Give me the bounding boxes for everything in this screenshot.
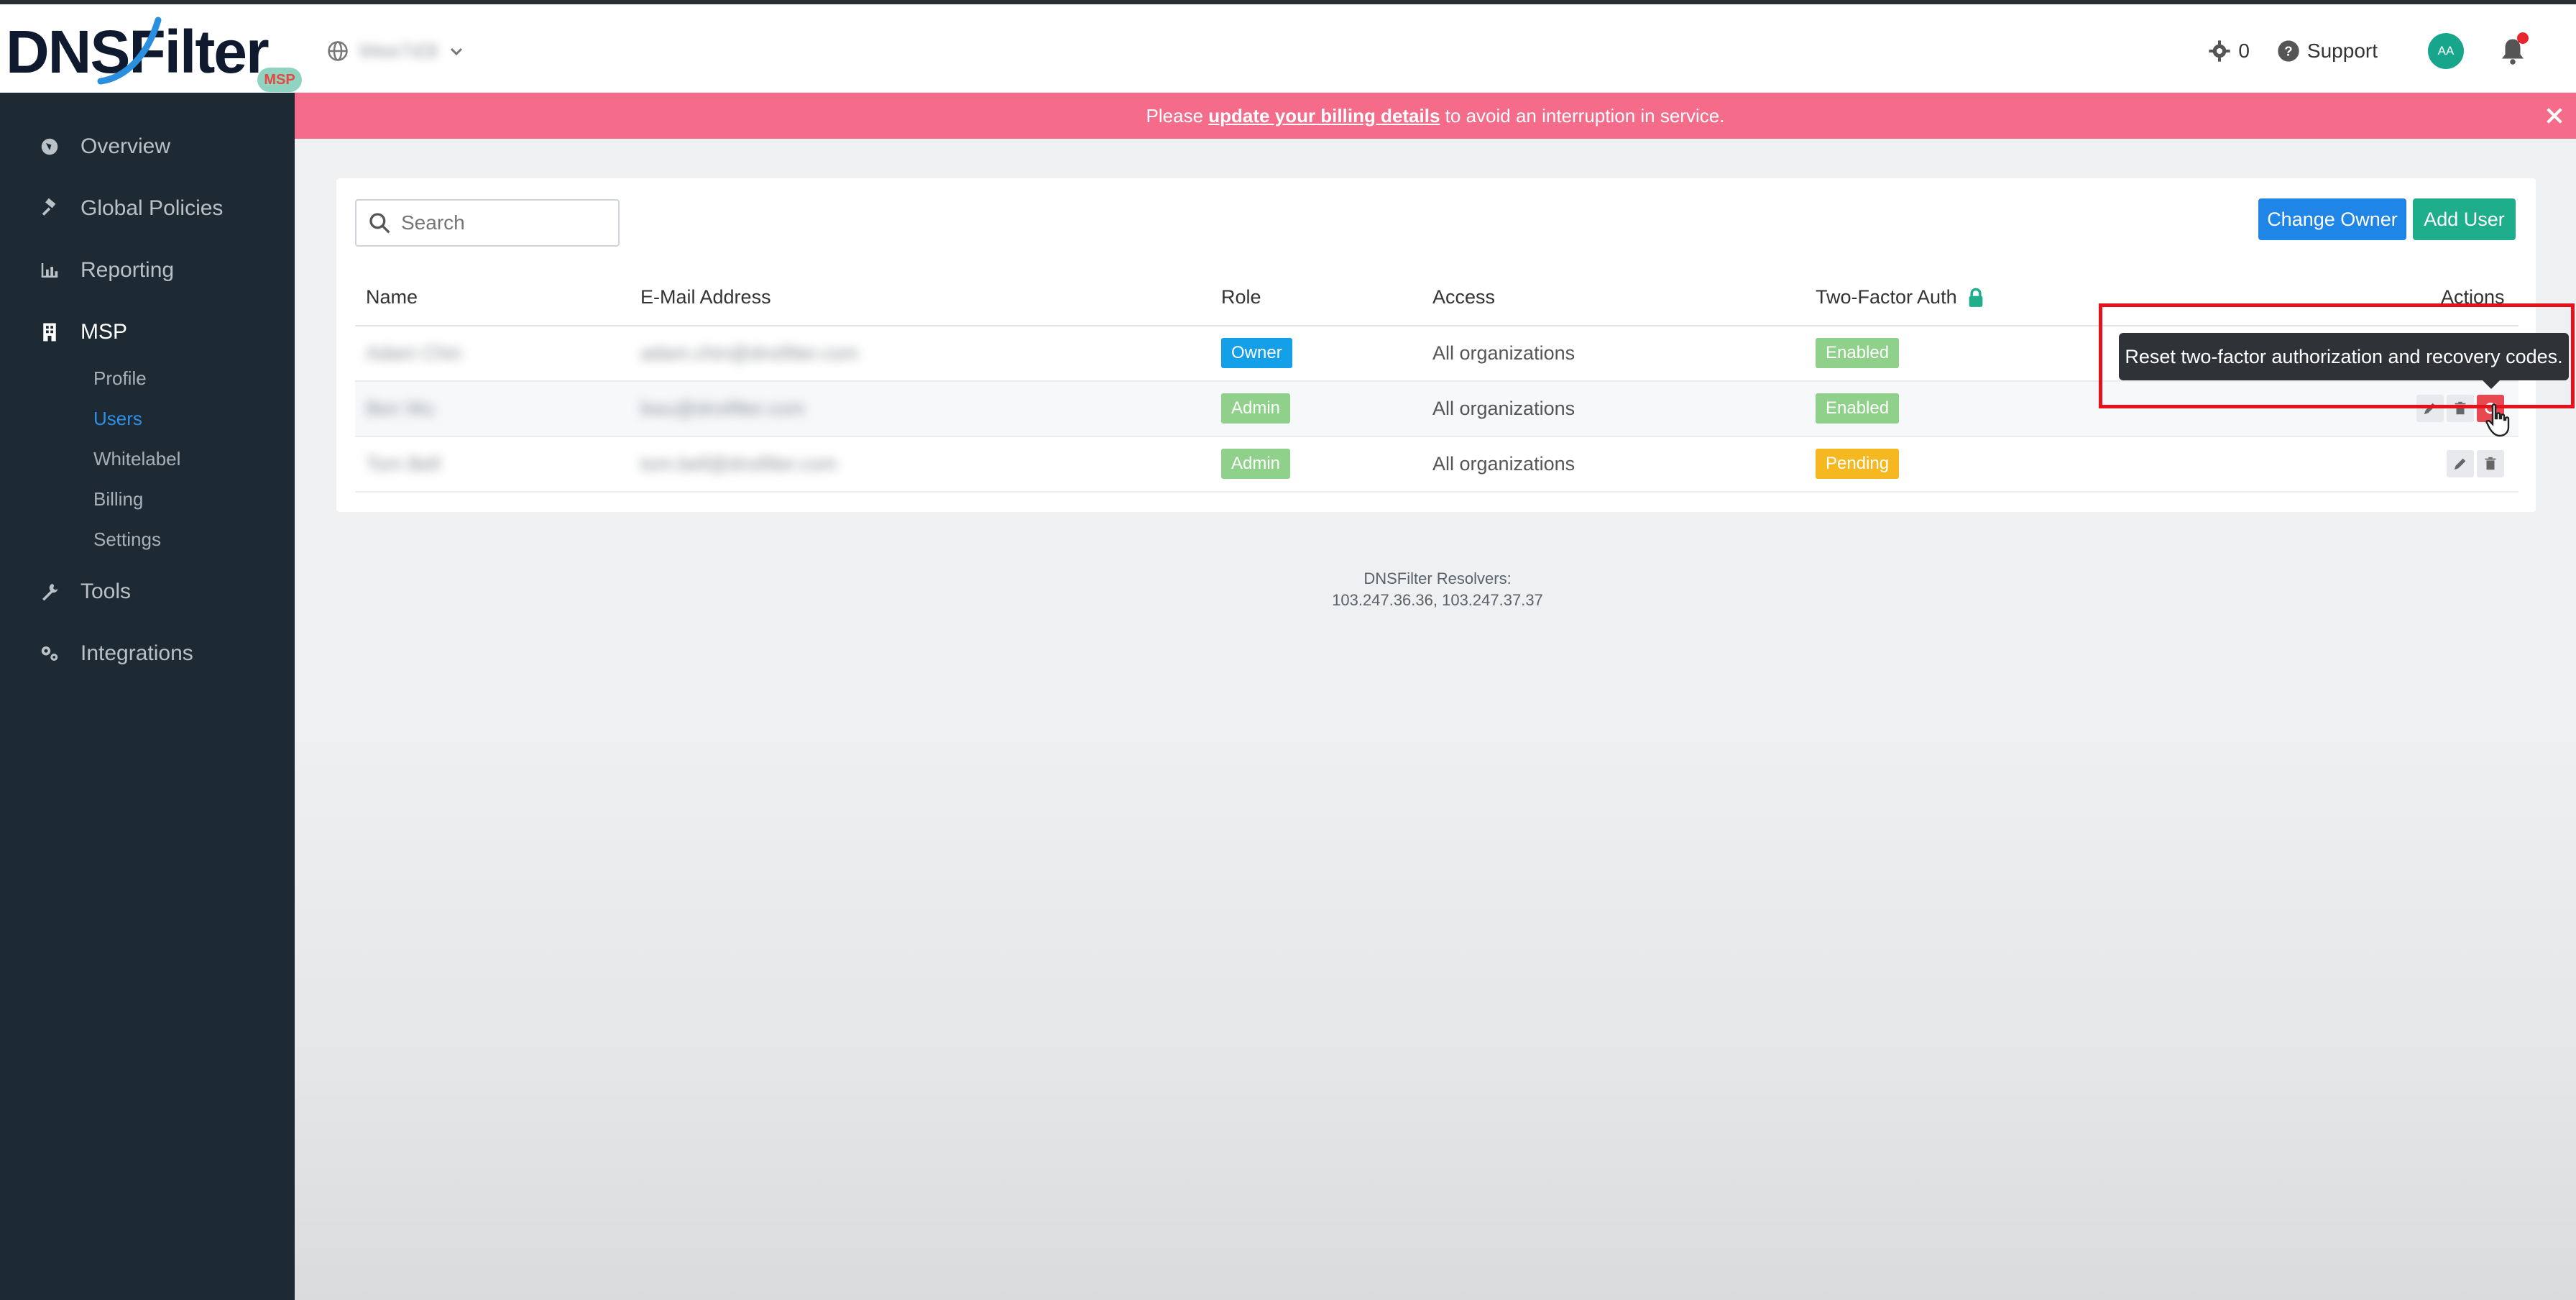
support-link[interactable]: ? Support <box>2277 40 2378 63</box>
settings-counter[interactable]: 0 <box>2208 40 2250 63</box>
sidebar-subitem-users[interactable]: Users <box>93 408 142 430</box>
user-email: tom.bell@dnsfilter.com <box>640 453 837 475</box>
column-header-two-factor[interactable]: Two-Factor Auth <box>1816 286 1984 308</box>
user-avatar[interactable]: AA <box>2428 33 2464 69</box>
sidebar-subitem-whitelabel[interactable]: Whitelabel <box>93 448 180 470</box>
support-label: Support <box>2306 40 2378 62</box>
user-email: bwu@dnsfilter.com <box>640 398 805 419</box>
sidebar-item-reporting[interactable]: Reporting <box>0 245 295 296</box>
settings-count: 0 <box>2238 40 2250 62</box>
help-icon: ? <box>2278 40 2299 62</box>
pencil-icon <box>2454 458 2466 470</box>
search-input[interactable] <box>401 211 610 234</box>
gavel-icon <box>42 198 56 216</box>
search-icon <box>369 213 390 234</box>
lock-icon <box>1969 288 1982 307</box>
sidebar-item-label: Reporting <box>80 258 175 282</box>
access-value: All organizations <box>1432 398 1576 419</box>
sidebar-item-integrations[interactable]: Integrations <box>0 628 295 679</box>
trash-icon <box>2485 457 2496 470</box>
user-name: Tom Bell <box>366 453 441 475</box>
sidebar-item-label: MSP <box>80 320 128 344</box>
notifications-button[interactable] <box>2500 32 2529 65</box>
update-billing-link[interactable]: update your billing details <box>1208 105 1440 127</box>
sidebar-item-label: Integrations <box>80 641 193 665</box>
organization-selector[interactable]: Wee7d3l <box>327 36 465 66</box>
top-header: DNSFilter MSP Wee7d3l 0 ? Support AA <box>0 4 2576 93</box>
user-email: adam.chin@dnsfilter.com <box>640 342 859 364</box>
column-header-access[interactable]: Access <box>1432 286 1495 308</box>
gears-icon <box>41 646 58 661</box>
table-row: Tom Bell tom.bell@dnsfilter.com Admin Al… <box>355 437 2518 493</box>
sidebar-subitem-billing[interactable]: Billing <box>93 488 143 511</box>
wrench-icon <box>42 583 58 601</box>
banner-prefix: Please <box>1146 105 1209 127</box>
column-header-role[interactable]: Role <box>1221 286 1261 308</box>
sidebar-subitem-profile[interactable]: Profile <box>93 367 147 390</box>
column-header-email[interactable]: E-Mail Address <box>640 286 771 308</box>
sidebar-item-tools[interactable]: Tools <box>0 567 295 617</box>
two-factor-status-badge: Enabled <box>1816 393 1900 424</box>
two-factor-status-badge: Pending <box>1816 449 1900 479</box>
resolvers-addresses: 103.247.36.36, 103.247.37.37 <box>1332 591 1543 609</box>
access-value: All organizations <box>1432 342 1576 364</box>
logo-swoosh-icon <box>97 17 162 85</box>
resolvers-footer: DNSFilter Resolvers: 103.247.36.36, 103.… <box>1222 568 1653 611</box>
two-factor-status-badge: Enabled <box>1816 338 1900 368</box>
sidebar-item-global-policies[interactable]: Global Policies <box>0 183 295 234</box>
user-name: Adam Chin <box>366 342 462 364</box>
delete-user-button[interactable] <box>2477 450 2504 477</box>
role-badge: Admin <box>1221 449 1291 479</box>
resolvers-label: DNSFilter Resolvers: <box>1363 569 1512 587</box>
hand-cursor-icon <box>2485 403 2510 437</box>
banner-suffix: to avoid an interruption in service. <box>1440 105 1725 127</box>
sidebar: Overview Global Policies Reporting MSP P… <box>0 93 295 1300</box>
column-header-name[interactable]: Name <box>366 286 418 308</box>
sidebar-item-label: Global Policies <box>80 196 224 220</box>
search-box[interactable] <box>355 199 620 247</box>
add-user-button[interactable]: Add User <box>2413 198 2516 240</box>
chevron-down-icon <box>450 47 463 56</box>
dnsfilter-logo[interactable]: DNSFilter MSP <box>6 12 302 92</box>
sidebar-item-label: Overview <box>80 134 171 158</box>
sidebar-item-msp[interactable]: MSP <box>0 307 295 357</box>
sidebar-item-label: Tools <box>80 580 132 603</box>
edit-user-button[interactable] <box>2447 450 2474 477</box>
change-owner-button[interactable]: Change Owner <box>2258 198 2406 240</box>
building-icon <box>43 323 56 342</box>
role-badge: Owner <box>1221 338 1292 368</box>
role-badge: Admin <box>1221 393 1291 424</box>
globe-icon <box>328 41 348 61</box>
billing-banner: Please update your billing details to av… <box>295 93 2576 139</box>
globe-icon <box>41 138 58 155</box>
close-icon[interactable] <box>2543 104 2566 127</box>
row-actions <box>2447 450 2504 477</box>
header-actions: 0 ? Support AA <box>2181 29 2529 73</box>
organization-name: Wee7d3l <box>359 40 438 62</box>
user-name: Ben Wu <box>366 398 435 419</box>
gear-icon <box>2209 40 2231 62</box>
two-factor-header-label: Two-Factor Auth <box>1816 286 1957 308</box>
notification-dot <box>2517 32 2529 44</box>
tooltip-arrow <box>2483 380 2500 389</box>
sidebar-subitem-settings[interactable]: Settings <box>93 528 161 551</box>
msp-badge: MSP <box>257 68 302 92</box>
svg-text:?: ? <box>2284 44 2292 59</box>
reset-two-factor-tooltip: Reset two-factor authorization and recov… <box>2119 333 2569 380</box>
sidebar-item-overview[interactable]: Overview <box>0 122 295 172</box>
bar-chart-icon <box>41 263 58 278</box>
access-value: All organizations <box>1432 453 1576 475</box>
